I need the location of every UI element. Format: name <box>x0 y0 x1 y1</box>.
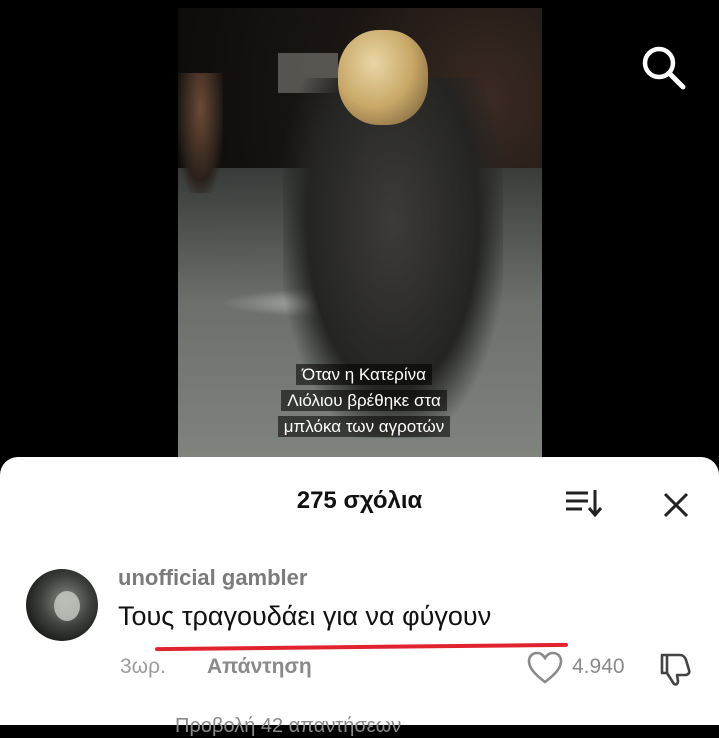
video-scene-head <box>338 30 428 125</box>
video-frame[interactable]: Όταν η Κατερίνα Λιόλιου βρέθηκε στα μπλό… <box>178 8 542 463</box>
avatar-face <box>54 591 80 621</box>
close-comments-button[interactable] <box>660 489 692 521</box>
sort-icon <box>566 490 603 518</box>
caption-line-1: Όταν η Κατερίνα <box>296 364 432 385</box>
heart-icon <box>527 651 563 684</box>
like-button[interactable] <box>527 651 563 685</box>
video-player[interactable]: Όταν η Κατερίνα Λιόλιου βρέθηκε στα μπλό… <box>0 0 719 470</box>
search-button[interactable] <box>638 42 688 92</box>
commenter-avatar[interactable] <box>26 569 98 641</box>
dislike-button[interactable] <box>656 651 692 687</box>
dislike-icon <box>660 653 691 686</box>
comments-count-title: 275 σχόλια <box>296 487 423 514</box>
comment-timestamp: 3ωρ. <box>120 655 166 678</box>
reply-button[interactable]: Απάντηση <box>207 655 312 679</box>
close-icon <box>663 492 689 518</box>
commenter-username[interactable]: unofficial gambler <box>118 565 307 591</box>
view-replies-link[interactable]: Προβολή 42 απαντήσεων <box>175 715 401 738</box>
video-caption: Όταν η Κατερίνα Λιόλιου βρέθηκε στα μπλό… <box>264 362 464 440</box>
caption-line-3: μπλόκα των αγροτών <box>277 416 451 437</box>
search-icon <box>642 46 686 90</box>
like-count: 4.940 <box>572 655 625 678</box>
video-scene-background-person <box>178 73 223 193</box>
caption-line-2: Λιόλιου βρέθηκε στα <box>281 390 447 411</box>
comment-text: Τους τραγουδάει για να φύγουν <box>118 601 492 631</box>
comment-highlight-underline <box>154 642 569 652</box>
comments-sheet: 275 σχόλια unofficial gambler Τους τραγο… <box>0 457 719 737</box>
sort-comments-button[interactable] <box>564 487 604 521</box>
